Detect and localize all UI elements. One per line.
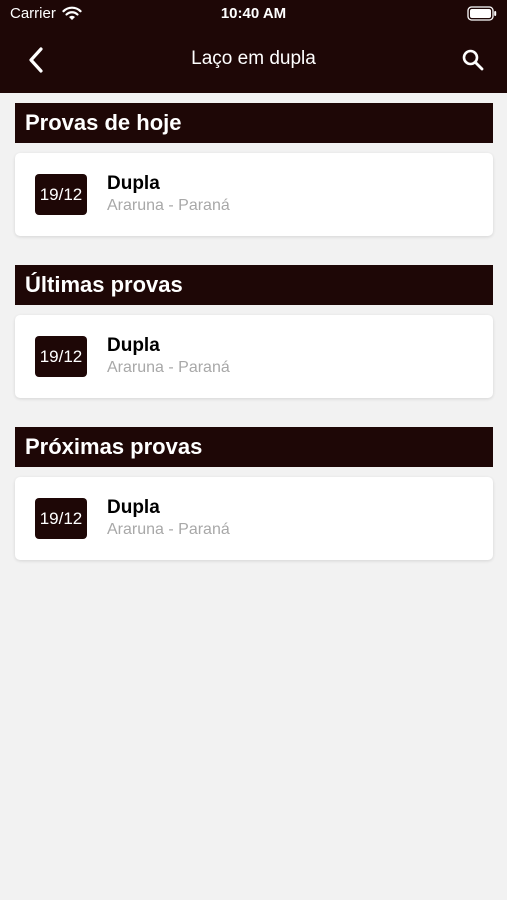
battery-icon bbox=[467, 6, 497, 21]
event-location: Araruna - Paraná bbox=[107, 521, 230, 538]
date-badge: 19/12 bbox=[35, 336, 87, 377]
section-header: Últimas provas bbox=[15, 265, 493, 305]
header: Carrier 10:40 AM Laço em dupla bbox=[0, 0, 507, 93]
page-title: Laço em dupla bbox=[191, 48, 316, 69]
event-card[interactable]: 19/12 Dupla Araruna - Paraná bbox=[15, 315, 493, 398]
date-badge: 19/12 bbox=[35, 174, 87, 215]
search-icon bbox=[462, 49, 484, 71]
event-name: Dupla bbox=[107, 335, 160, 356]
status-time: 10:40 AM bbox=[220, 5, 287, 22]
event-card[interactable]: 19/12 Dupla Araruna - Paraná bbox=[15, 153, 493, 236]
status-bar: Carrier 10:40 AM bbox=[0, 0, 507, 30]
event-name: Dupla bbox=[107, 173, 160, 194]
event-name: Dupla bbox=[107, 497, 160, 518]
navigation-bar: Laço em dupla bbox=[0, 30, 507, 93]
event-card[interactable]: 19/12 Dupla Araruna - Paraná bbox=[15, 477, 493, 560]
section-today: Provas de hoje 19/12 Dupla Araruna - Par… bbox=[15, 103, 493, 236]
date-badge: 19/12 bbox=[35, 498, 87, 539]
event-location: Araruna - Paraná bbox=[107, 359, 230, 376]
section-header: Próximas provas bbox=[15, 427, 493, 467]
section-latest: Últimas provas 19/12 Dupla Araruna - Par… bbox=[15, 265, 493, 398]
event-location: Araruna - Paraná bbox=[107, 197, 230, 214]
search-button[interactable] bbox=[455, 42, 491, 78]
section-header: Provas de hoje bbox=[15, 103, 493, 143]
section-upcoming: Próximas provas 19/12 Dupla Araruna - Pa… bbox=[15, 427, 493, 560]
app-screen: Carrier 10:40 AM Laço em dupla Provas de… bbox=[0, 0, 507, 900]
